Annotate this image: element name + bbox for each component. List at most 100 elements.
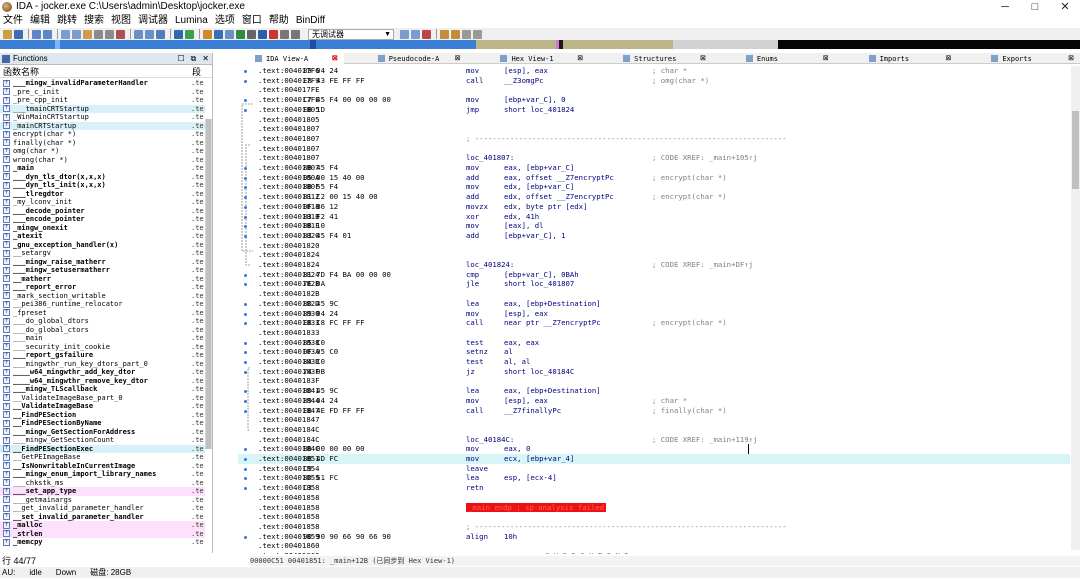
function-row[interactable]: f ___report_gsfailure .te <box>0 351 205 360</box>
breakpoint-dot[interactable] <box>244 70 247 73</box>
function-row[interactable]: f ___mingw_invalidParameterHandler .te <box>0 79 205 88</box>
disassembly-line[interactable]: .text:00401833 E8 C8 FC FF FF call near ptr… <box>238 318 1070 328</box>
function-row[interactable]: f ___tlregdtor .te <box>0 190 205 199</box>
breakpoint-dot[interactable] <box>244 215 247 219</box>
disassembly-line[interactable]: .text:00401858 _main endp ; sp-analysis f… <box>238 502 1070 513</box>
tab-close-icon[interactable]: ⊠ <box>1068 53 1074 64</box>
toolbar-tool-icon[interactable] <box>83 29 92 39</box>
function-row[interactable]: f ___do_global_ctors .te <box>0 326 205 335</box>
function-row[interactable]: f ___do_global_dtors .te <box>0 317 205 326</box>
function-row[interactable]: f wrong(char *) .te <box>0 156 205 165</box>
tab-close-icon[interactable]: ⊠ <box>455 53 461 64</box>
disassembly-line[interactable]: .text:0040182B <box>238 289 1070 299</box>
function-row[interactable]: f __ValidateImageBase_part_0 .te <box>0 394 205 403</box>
function-row[interactable]: f ___mingw_enum_import_library_names .te <box>0 470 205 479</box>
menu-item[interactable]: 选项 <box>215 14 235 28</box>
close-button[interactable]: ✕ <box>1050 0 1080 14</box>
tab-close-icon[interactable]: ⊠ <box>945 53 951 64</box>
function-row[interactable]: f _fpreset .te <box>0 309 205 318</box>
menu-item[interactable]: 编辑 <box>30 14 50 28</box>
disassembly-line[interactable]: .text:00401812 81 C2 00 15 40 00 add edx, o… <box>238 192 1070 202</box>
menu-item[interactable]: 文件 <box>3 14 23 28</box>
function-row[interactable]: f __pei386_runtime_relocator .te <box>0 300 205 309</box>
function-row[interactable]: f ___mingw_GetSectionCount .te <box>0 436 205 445</box>
toolbar-tool-icon[interactable] <box>214 29 223 39</box>
function-row[interactable]: f ___encode_pointer .te <box>0 215 205 224</box>
disassembly-line[interactable]: .text:0040183F 74 0B jz short loc_40184C <box>238 367 1070 377</box>
breakpoint-dot[interactable] <box>244 535 247 539</box>
function-row[interactable]: f encrypt(char *) .te <box>0 130 205 139</box>
function-row[interactable]: f _main .te <box>0 164 205 173</box>
breakpoint-dot[interactable] <box>244 273 247 277</box>
breakpoint-dot[interactable] <box>244 79 247 83</box>
function-row[interactable]: f __FindPESectionByName .te <box>0 419 205 428</box>
tab-close-icon[interactable]: ⊠ <box>700 53 706 64</box>
function-row[interactable]: f ___chkstk_ms .te <box>0 479 205 488</box>
toolbar-tool-icon[interactable] <box>400 29 409 39</box>
function-row[interactable]: f ___mingw_raise_matherr .te <box>0 258 205 267</box>
disassembly-line[interactable]: .text:00401855 8D 61 FC lea esp, [ecx-4] <box>238 473 1070 483</box>
disassembly-line[interactable]: .text:00401807 loc_401807: ; CODE XREF: _m… <box>238 153 1070 163</box>
function-row[interactable]: f __setargv .te <box>0 249 205 258</box>
disassembly-line[interactable]: .text:0040181E 88 10 mov [eax], dl <box>238 221 1070 231</box>
disassembly-line[interactable]: .text:00401807 <box>238 124 1070 134</box>
breakpoint-dot[interactable] <box>244 399 247 403</box>
disassembly-line[interactable]: .text:00401841 8D 45 9C lea eax, [ebp+Desti… <box>238 386 1070 396</box>
tab-structures[interactable]: Structures ⊠ <box>589 53 712 64</box>
disassembly-line[interactable]: .text:004017F9 E8 43 FE FF FF call __Z3omgP… <box>238 76 1070 86</box>
function-row[interactable]: f ___mingw_TLScallback .te <box>0 385 205 394</box>
function-row[interactable]: f _mark_section_writable .te <box>0 292 205 301</box>
breakpoint-dot[interactable] <box>244 467 247 471</box>
function-row[interactable]: f _mingw_onexit .te <box>0 224 205 233</box>
function-row[interactable]: f __FindPESectionExec .te <box>0 444 205 453</box>
function-row[interactable]: f ___mingw_setusermatherr .te <box>0 266 205 275</box>
function-row[interactable]: f ___main .te <box>0 334 205 343</box>
toolbar-tool-icon[interactable] <box>134 29 143 39</box>
functions-scrollbar-thumb[interactable] <box>206 119 211 449</box>
toolbar-tool-icon[interactable] <box>280 29 289 39</box>
toolbar-tool-icon[interactable] <box>116 29 125 39</box>
function-row[interactable]: f _atexit .te <box>0 232 205 241</box>
disassembly-line[interactable]: .text:00401860 ; =============== S U B R … <box>238 551 1070 554</box>
minimize-button[interactable]: ─ <box>990 0 1020 14</box>
disassembly-scrollbar-thumb[interactable] <box>1072 111 1079 189</box>
disassembly-line[interactable]: .text:0040182D 8D 45 9C lea eax, [ebp+Desti… <box>238 299 1070 309</box>
menu-item[interactable]: 视图 <box>111 14 131 28</box>
toolbar-tool-icon[interactable] <box>61 29 70 39</box>
disassembly-line[interactable]: .text:00401858 <box>238 512 1070 522</box>
disassembly-line[interactable]: .text:0040180A 05 00 15 40 00 add eax, offs… <box>238 173 1070 183</box>
tab-close-icon[interactable]: ⊠ <box>332 53 338 64</box>
disassembly-line[interactable]: .text:00401824 81 7D F4 BA 00 00 00 cmp [eb… <box>238 270 1070 280</box>
disassembly-line[interactable]: .text:0040183A 0F 95 C0 setnz al <box>238 347 1070 357</box>
menu-item[interactable]: 调试器 <box>138 14 168 28</box>
disassembly-line[interactable]: .text:004017FE C7 45 F4 00 00 00 00 mov [eb… <box>238 95 1070 105</box>
debugger-select[interactable]: 无调试器 ▼ <box>308 28 394 40</box>
function-row[interactable]: f omg(char *) .te <box>0 147 205 156</box>
function-row[interactable]: f _WinMainCRTStartup .te <box>0 113 205 122</box>
function-row[interactable]: f ___set_app_type .te <box>0 487 205 496</box>
disassembly-line[interactable]: .text:00401807 ; ------------------------… <box>238 134 1070 144</box>
pane-close-icon[interactable]: ✕ <box>202 54 209 64</box>
breakpoint-dot[interactable] <box>244 234 247 238</box>
disassembly-line[interactable]: .text:00401807 8B 45 F4 mov eax, [ebp+var_C… <box>238 163 1070 173</box>
breakpoint-dot[interactable] <box>244 167 247 170</box>
disassembly-line[interactable]: .text:0040180F 8B 55 F4 mov edx, [ebp+var_C… <box>238 182 1070 192</box>
toolbar-tool-icon[interactable] <box>185 29 194 39</box>
breakpoint-dot[interactable] <box>244 409 247 413</box>
function-row[interactable]: f ___dyn_tls_dtor(x,x,x) .te <box>0 173 205 182</box>
disassembly-line[interactable]: .text:00401805 <box>238 115 1070 125</box>
menu-item[interactable]: Lumina <box>175 14 208 28</box>
disassembly-line[interactable]: .text:00401824 <box>238 250 1070 260</box>
toolbar-tool-icon[interactable] <box>422 29 431 39</box>
toolbar-tool-icon[interactable] <box>258 29 267 39</box>
toolbar-tool-icon[interactable] <box>156 29 165 39</box>
disassembly-line[interactable]: .text:00401807 <box>238 144 1070 154</box>
function-row[interactable]: f __ValidateImageBase .te <box>0 402 205 411</box>
disassembly-line[interactable]: .text:00401820 83 45 F4 01 add [ebp+var_C],… <box>238 231 1070 241</box>
disassembly-line[interactable]: .text:00401858 ; ------------------------… <box>238 522 1070 532</box>
pane-float-icon[interactable]: ⧉ <box>191 54 197 64</box>
function-row[interactable]: f ____w64_mingwthr_add_key_dtor .te <box>0 368 205 377</box>
breakpoint-dot[interactable] <box>244 176 247 180</box>
navigation-band[interactable] <box>0 40 1080 49</box>
back-icon[interactable] <box>32 29 41 39</box>
